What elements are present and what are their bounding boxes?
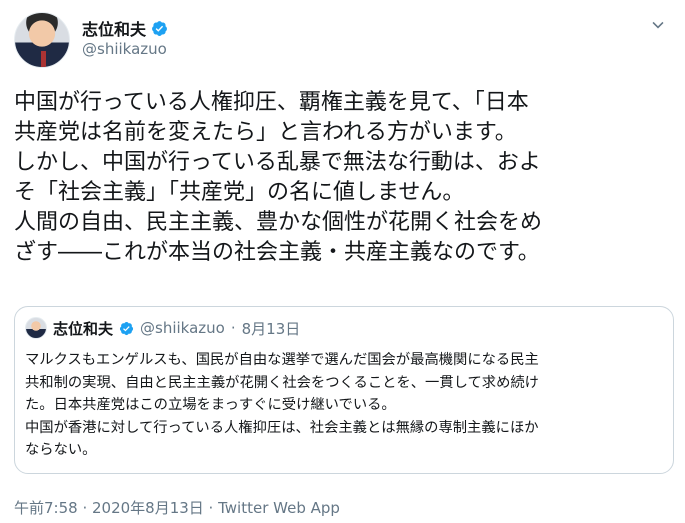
tweet-text-line: 共産党は名前を変えたら」と言われる方がいます。 bbox=[14, 120, 517, 145]
quoted-date: 8月13日 bbox=[241, 319, 301, 338]
quoted-handle: @shiikazuo bbox=[140, 319, 225, 337]
quoted-text-line: た。日本共産党はこの立場をまっすぐに受け継いでいる。 bbox=[25, 397, 396, 413]
author-display-name[interactable]: 志位和夫 bbox=[82, 16, 146, 40]
tweet-timestamp-source[interactable]: 午前7:58 · 2020年8月13日 · Twitter Web App bbox=[14, 497, 340, 518]
tweet-text-line: 中国が行っている人権抑圧、覇権主義を見て、「日本 bbox=[14, 90, 529, 115]
tweet-card: 志位和夫 @shiikazuo 中国が行っている人権抑圧、覇権主義を見て、「日本… bbox=[0, 0, 685, 523]
quoted-tweet[interactable]: 志位和夫 @shiikazuo · 8月13日 マルクスもエンゲルスも、国民が自… bbox=[14, 306, 674, 474]
author-handle[interactable]: @shiikazuo bbox=[82, 40, 167, 58]
tweet-text-line: しかし、中国が行っている乱暴で無法な行動は、およ bbox=[14, 150, 541, 175]
tweet-text-line: ざす――これが本当の社会主義・共産主義なのです。 bbox=[14, 240, 540, 265]
quoted-display-name: 志位和夫 bbox=[53, 319, 114, 338]
chevron-down-icon[interactable] bbox=[646, 14, 670, 38]
author-name-row: 志位和夫 bbox=[82, 16, 168, 40]
tweet-text: 中国が行っている人権抑圧、覇権主義を見て、「日本 共産党は名前を変えたら」と言わ… bbox=[14, 88, 674, 268]
tweet-text-line: 人間の自由、民主主義、豊かな個性が花開く社会をめ bbox=[14, 210, 543, 235]
tweet-text-line: そ「社会主義」「共産党」の名に値しません。 bbox=[14, 180, 465, 205]
verified-badge-icon bbox=[119, 321, 134, 335]
quoted-text-line: ならない。 bbox=[25, 442, 97, 458]
quoted-avatar bbox=[25, 317, 47, 339]
quoted-separator: · bbox=[230, 319, 236, 337]
quoted-tweet-text: マルクスもエンゲルスも、国民が自由な選挙で選んだ国会が最高機関になる民主 共和制… bbox=[25, 349, 665, 462]
quoted-text-line: 中国が香港に対して行っている人権抑圧は、社会主義とは無縁の専制主義にほか bbox=[25, 419, 539, 436]
quoted-text-line: マルクスもエンゲルスも、国民が自由な選挙で選んだ国会が最高機関になる民主 bbox=[25, 352, 539, 368]
verified-badge-icon bbox=[152, 20, 167, 36]
tweet-header: 志位和夫 @shiikazuo bbox=[14, 12, 674, 68]
avatar[interactable] bbox=[14, 12, 70, 68]
quoted-text-line: 共和制の実現、自由と民主主義が花開く社会をつくることを、一貫して求め続け bbox=[25, 374, 539, 391]
quoted-tweet-header: 志位和夫 @shiikazuo · 8月13日 bbox=[25, 317, 300, 339]
